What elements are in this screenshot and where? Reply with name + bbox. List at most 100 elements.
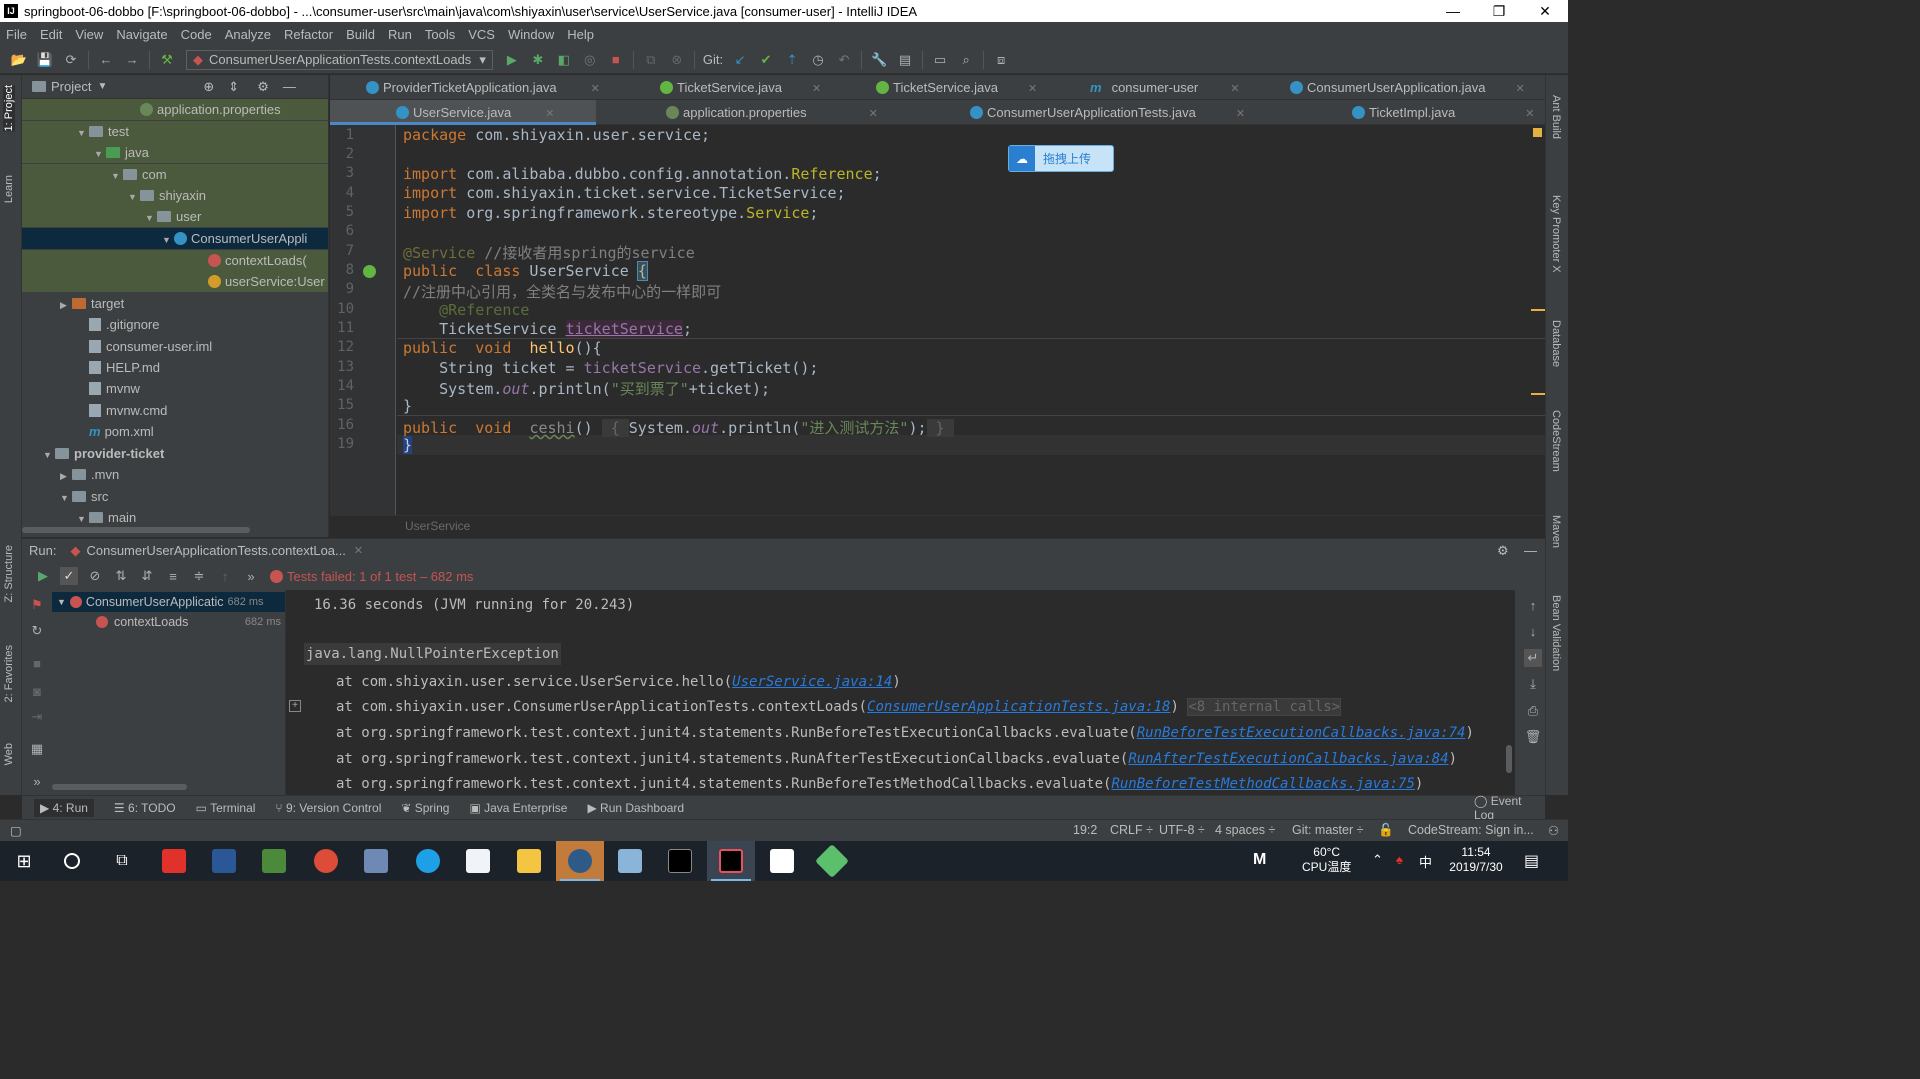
terminal-window-icon[interactable]: ▭ (931, 51, 949, 69)
expand-icon[interactable]: + (289, 700, 301, 712)
tree-item[interactable]: ▼ ConsumerUserAppli (22, 228, 328, 249)
stop-icon[interactable]: ■ (607, 51, 625, 69)
tree-item[interactable]: consumer-user.iml (22, 336, 328, 357)
menu-tools[interactable]: Tools (425, 27, 455, 42)
run-icon[interactable]: ▶ (503, 51, 521, 69)
chevron-down-icon[interactable]: ▼ (77, 123, 89, 144)
tool-tab-todo[interactable]: ☰ 6: TODO (114, 801, 176, 815)
start-button[interactable]: ⊞ (0, 841, 48, 881)
tab-ant-build[interactable]: Ant Build (1550, 95, 1562, 139)
lock-icon[interactable]: 🔓 (1378, 823, 1394, 838)
tab-consumer-user-application-tests[interactable]: ConsumerUserApplicationTests.java ✕ (970, 100, 1245, 125)
gear-icon[interactable]: ⚙ (257, 79, 269, 95)
tree-item[interactable]: mvnw.cmd (22, 400, 328, 421)
chevron-right-icon[interactable]: ▶ (60, 295, 72, 316)
task-view-button[interactable]: ⧉ (98, 841, 146, 881)
tool-tab-run[interactable]: ▶ 4: Run (34, 798, 94, 817)
panel-toggle-icon[interactable]: ▢ (10, 823, 22, 838)
menu-refactor[interactable]: Refactor (284, 27, 333, 42)
menu-edit[interactable]: Edit (40, 27, 62, 42)
tree-item[interactable]: ▼ src (22, 486, 328, 507)
minimize-panel-icon[interactable]: — (283, 79, 296, 94)
notification-icon[interactable]: ⚇ (1548, 823, 1559, 838)
tree-item[interactable]: ▼ test (22, 121, 328, 144)
tree-item[interactable]: ▼ main (22, 507, 328, 528)
trash-icon[interactable]: 🗑 (1524, 728, 1542, 746)
tree-item[interactable]: .gitignore (22, 314, 328, 335)
tool-tab-java-enterprise[interactable]: ▣ Java Enterprise (469, 801, 567, 815)
menu-window[interactable]: Window (508, 27, 554, 42)
tree-item[interactable]: ▼ user (22, 206, 328, 227)
settings-wrench-icon[interactable]: 🔧 (870, 51, 888, 69)
tab-web[interactable]: Web (3, 743, 15, 765)
chevron-down-icon[interactable]: ▼ (128, 187, 140, 208)
chevron-down-icon[interactable]: ▼ (97, 81, 107, 92)
project-structure-icon[interactable]: ▤ (896, 51, 914, 69)
close-icon[interactable]: ✕ (1515, 83, 1524, 95)
tree-item[interactable]: ▼ com (22, 164, 328, 187)
chevron-down-icon[interactable]: ▼ (111, 166, 123, 187)
tab-codestream[interactable]: CodeStream (1550, 410, 1562, 472)
tab-maven[interactable]: Maven (1550, 515, 1562, 548)
line-number[interactable]: 7 (330, 243, 354, 259)
line-number[interactable]: 14 (330, 378, 354, 394)
horizontal-scrollbar[interactable] (52, 784, 187, 790)
debug-rerun-icon[interactable]: ⚑ (28, 596, 46, 614)
close-icon[interactable]: ✕ (869, 108, 878, 120)
tab-consumer-user-application[interactable]: ConsumerUserApplication.java ✕ (1290, 75, 1525, 100)
close-icon[interactable]: ✕ (354, 544, 363, 557)
tab-favorites[interactable]: 2: Favorites (3, 645, 15, 702)
taskbar-app[interactable] (808, 841, 856, 881)
tab-application-properties[interactable]: application.properties ✕ (666, 100, 878, 125)
tool-tab-terminal[interactable]: ▭ Terminal (196, 801, 256, 815)
warning-stripe[interactable] (1531, 309, 1545, 311)
rerun-failed-icon[interactable]: ↻ (28, 622, 46, 640)
tree-item[interactable]: contextLoads( (22, 250, 328, 271)
taskbar-app[interactable] (454, 841, 502, 881)
caret-position[interactable]: 19:2 (1073, 823, 1097, 837)
source-link[interactable]: RunBeforeTestExecutionCallbacks.java:74 (1137, 725, 1466, 741)
menu-code[interactable]: Code (181, 27, 212, 42)
vertical-scrollbar[interactable] (1506, 745, 1512, 773)
code-editor[interactable]: 1 2 3 4 5 6 7 8 9 10 11 12 13 14 15 16 19 package com.sh… (330, 125, 1545, 515)
more-icon[interactable]: » (28, 772, 46, 790)
event-log-button[interactable]: ◯ Event Log (1474, 794, 1537, 822)
tree-item[interactable]: ▼ shiyaxin (22, 185, 328, 208)
tab-provider-ticket-application[interactable]: ProviderTicketApplication.java ✕ (366, 75, 600, 100)
close-icon[interactable]: ✕ (545, 108, 554, 120)
close-icon[interactable]: ✕ (1522, 0, 1568, 22)
tree-item[interactable]: ▶ target (22, 293, 328, 316)
taskbar-app[interactable] (707, 841, 755, 881)
menu-build[interactable]: Build (346, 27, 375, 42)
internal-calls-fold[interactable]: <8 internal calls> (1187, 698, 1342, 716)
line-number[interactable]: 3 (330, 165, 354, 181)
close-icon[interactable]: ✕ (812, 83, 821, 95)
taskbar-app[interactable] (150, 841, 198, 881)
line-separator[interactable]: CRLF ÷ (1110, 823, 1153, 837)
console-output[interactable]: 16.36 seconds (JVM running for 20.243) j… (287, 590, 1515, 795)
tab-project[interactable]: 1: Project (3, 85, 15, 132)
ime-indicator[interactable]: 中 (1419, 852, 1432, 871)
tray-icon[interactable]: ♠ (1396, 852, 1403, 867)
layout-icon[interactable]: ▦ (28, 740, 46, 758)
tab-bean-validation[interactable]: Bean Validation (1550, 595, 1562, 671)
tray-chevron-icon[interactable]: ⌃ (1372, 852, 1383, 868)
menu-run[interactable]: Run (388, 27, 412, 42)
taskbar-app[interactable] (250, 841, 298, 881)
close-icon[interactable]: ✕ (1525, 108, 1534, 120)
close-icon[interactable]: ✕ (1028, 83, 1037, 95)
build-hammer-icon[interactable]: ⚒ (158, 51, 176, 69)
camera-icon[interactable]: ◙ (28, 682, 46, 700)
expand-all-icon[interactable]: ≡ (164, 567, 182, 585)
line-number[interactable]: 5 (330, 204, 354, 220)
chevron-down-icon[interactable]: ▼ (57, 597, 66, 607)
attach-icon[interactable]: ⧉ (642, 51, 660, 69)
previous-failed-icon[interactable]: ↑ (216, 567, 234, 585)
source-link[interactable]: RunAfterTestExecutionCallbacks.java:84 (1128, 751, 1448, 767)
taskbar-app[interactable] (404, 841, 452, 881)
line-number[interactable]: 10 (330, 301, 354, 317)
run-tab[interactable]: ◆ ConsumerUserApplicationTests.contextLo… (70, 543, 363, 559)
tree-item[interactable]: mvnw (22, 378, 328, 399)
revert-icon[interactable]: ↶ (835, 51, 853, 69)
drag-upload-button[interactable]: ☁ 拖拽上传 (1008, 145, 1114, 172)
